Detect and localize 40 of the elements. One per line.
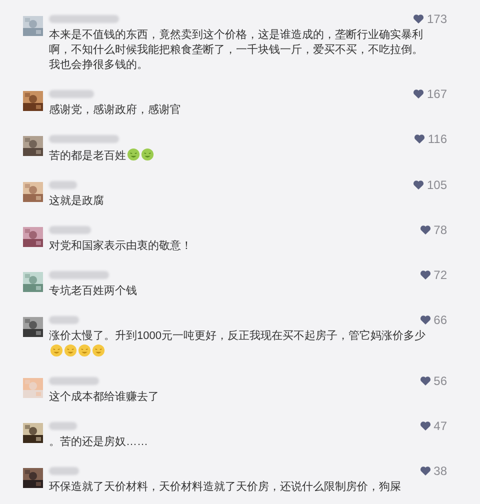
heart-icon[interactable] (420, 376, 431, 386)
blurred-username (49, 316, 79, 324)
like-count: 167 (426, 88, 447, 100)
comment-text: 这就是政腐 (49, 195, 104, 207)
heart-icon[interactable] (420, 466, 431, 476)
comment-text: 环保造就了天价材料，天价材料造就了天价房，还说什么限制房价，狗屎 (49, 481, 401, 493)
comment-text: 本来是不值钱的东西，竟然卖到这个价格，这是谁造成的，垄断行业确实暴利啊，不知什么时候我能把粮食垄断了，一千块钱一斤，爱买不买，不吃拉倒。我也会挣很多钱的。 (49, 29, 423, 71)
comment-text: 对党和国家表示由衷的敬意！ (49, 240, 192, 252)
blurred-username (49, 377, 99, 385)
heart-icon[interactable] (412, 14, 424, 24)
blurred-username (49, 467, 79, 475)
blurred-username (49, 135, 119, 143)
blurred-username (49, 181, 77, 189)
like-count: 66 (434, 314, 447, 326)
like-count: 105 (426, 179, 447, 191)
comment-text: 专坑老百姓两个钱 (49, 285, 137, 297)
like-count: 56 (434, 375, 447, 387)
heart-icon[interactable] (420, 421, 431, 431)
like-count: 116 (428, 133, 447, 145)
blurred-username (49, 15, 119, 23)
comment-text: 这个成本都给谁赚去了 (49, 391, 159, 403)
like-count: 38 (434, 465, 447, 477)
blurred-username (49, 226, 91, 234)
comment-text: 感谢党，感谢政府，感谢官 (49, 104, 181, 116)
like-count: 173 (426, 13, 447, 25)
comment-text: 。苦的还是房奴…… (49, 436, 148, 448)
like-count: 47 (434, 420, 447, 432)
like-count: 72 (434, 269, 447, 281)
heart-icon[interactable] (420, 225, 431, 235)
blurred-username (49, 271, 109, 279)
heart-icon[interactable] (414, 134, 425, 144)
blurred-username (49, 422, 77, 430)
blurred-username (49, 90, 94, 98)
comment-text: 苦的都是老百姓 (49, 150, 126, 162)
heart-icon[interactable] (420, 270, 431, 280)
like-count: 78 (434, 224, 447, 236)
heart-icon[interactable] (412, 180, 424, 190)
heart-icon[interactable] (412, 89, 424, 99)
heart-icon[interactable] (420, 315, 431, 325)
comment-text: 涨价太慢了。升到1000元一吨更好，反正我现在买不起房子，管它妈涨价多少 (49, 330, 426, 342)
